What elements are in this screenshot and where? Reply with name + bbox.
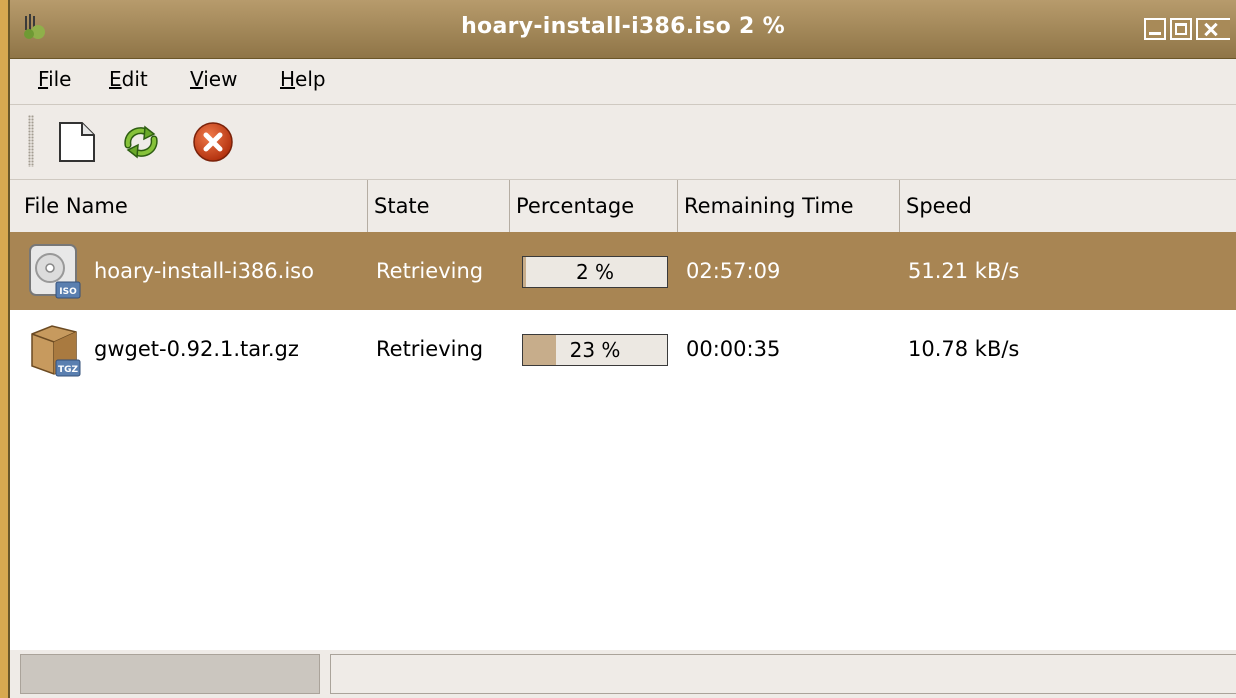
minimize-button[interactable] [1144,18,1166,40]
download-row[interactable]: TGZ gwget-0.92.1.tar.gz Retrieving 23 % … [10,310,1236,388]
menu-view-label: iew [203,67,238,91]
cancel-icon[interactable] [190,119,236,165]
maximize-button[interactable] [1170,18,1192,40]
download-progress-label: 2 % [575,260,615,284]
download-row[interactable]: ISO hoary-install-i386.iso Retrieving 2 … [10,232,1236,310]
download-remaining-time: 00:00:35 [686,337,781,361]
download-state: Retrieving [376,337,484,361]
column-remaining-time[interactable]: Remaining Time [678,180,900,232]
download-speed: 10.78 kB/s [908,337,1020,361]
close-button[interactable] [1196,18,1230,40]
download-speed: 51.21 kB/s [908,259,1020,283]
title-bar[interactable]: hoary-install-i386.iso 2 % [10,0,1236,59]
column-percentage[interactable]: Percentage [510,180,678,232]
download-progress-label: 23 % [569,338,621,362]
menu-help[interactable]: Help [280,67,326,91]
menu-view-mnemonic: V [190,67,204,91]
tgz-archive-icon: TGZ [31,325,81,377]
menu-edit-label: dit [121,67,148,91]
download-state: Retrieving [376,259,484,283]
status-progress-segment [20,654,320,694]
column-speed[interactable]: Speed [900,180,1236,232]
menu-help-mnemonic: H [280,67,296,91]
iso-disc-icon: ISO [29,244,81,299]
app-window: hoary-install-i386.iso 2 % File Edit Vie… [8,0,1236,698]
download-file-name: gwget-0.92.1.tar.gz [94,337,299,361]
new-document-icon[interactable] [54,119,100,165]
menu-edit-mnemonic: E [109,67,122,91]
menu-view[interactable]: View [190,67,237,91]
window-title: hoary-install-i386.iso 2 % [461,14,785,39]
download-file-name: hoary-install-i386.iso [94,259,314,283]
menu-file-label: ile [48,67,72,91]
list-header: File Name State Percentage Remaining Tim… [10,180,1236,233]
svg-text:TGZ: TGZ [58,365,79,375]
menu-edit[interactable]: Edit [109,67,148,91]
download-remaining-time: 02:57:09 [686,259,781,283]
download-list[interactable]: File Name State Percentage Remaining Tim… [10,180,1236,650]
status-bar [10,650,1236,698]
column-file-name[interactable]: File Name [18,180,368,232]
menu-help-label: elp [295,67,326,91]
status-message-segment [330,654,1236,694]
svg-text:ISO: ISO [59,287,77,297]
menu-file[interactable]: File [38,67,71,91]
column-state[interactable]: State [368,180,510,232]
toolbar-grip[interactable] [28,115,34,167]
menu-bar: File Edit View Help [10,58,1236,105]
resume-refresh-icon[interactable] [118,119,164,165]
download-progress-bar: 23 % [522,334,668,366]
menu-file-mnemonic: F [38,67,49,91]
toolbar [10,105,1236,180]
download-progress-bar: 2 % [522,256,668,288]
